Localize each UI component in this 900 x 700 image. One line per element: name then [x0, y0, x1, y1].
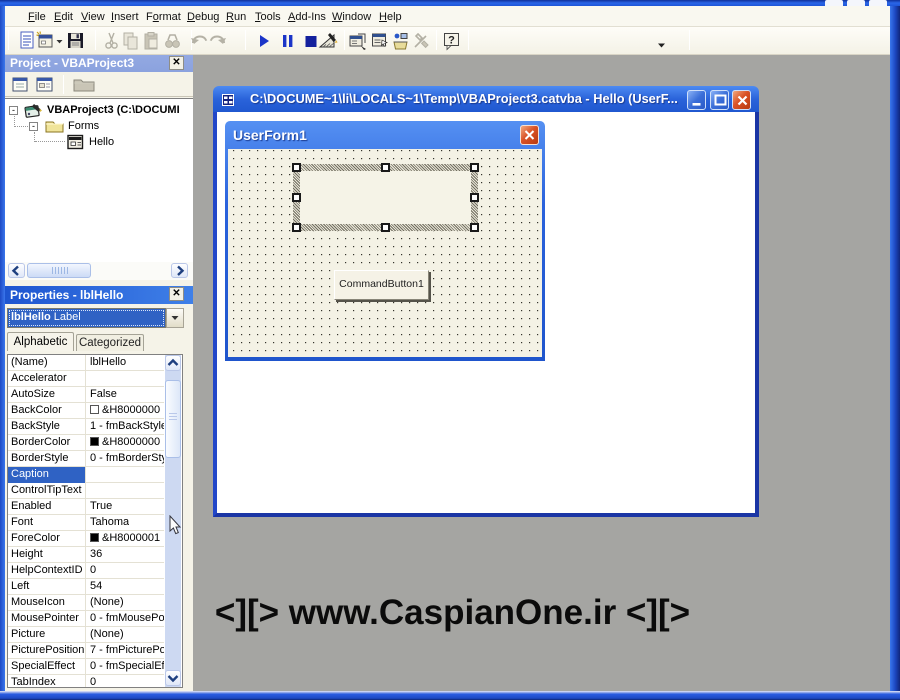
svg-text:?: ? — [448, 35, 455, 47]
